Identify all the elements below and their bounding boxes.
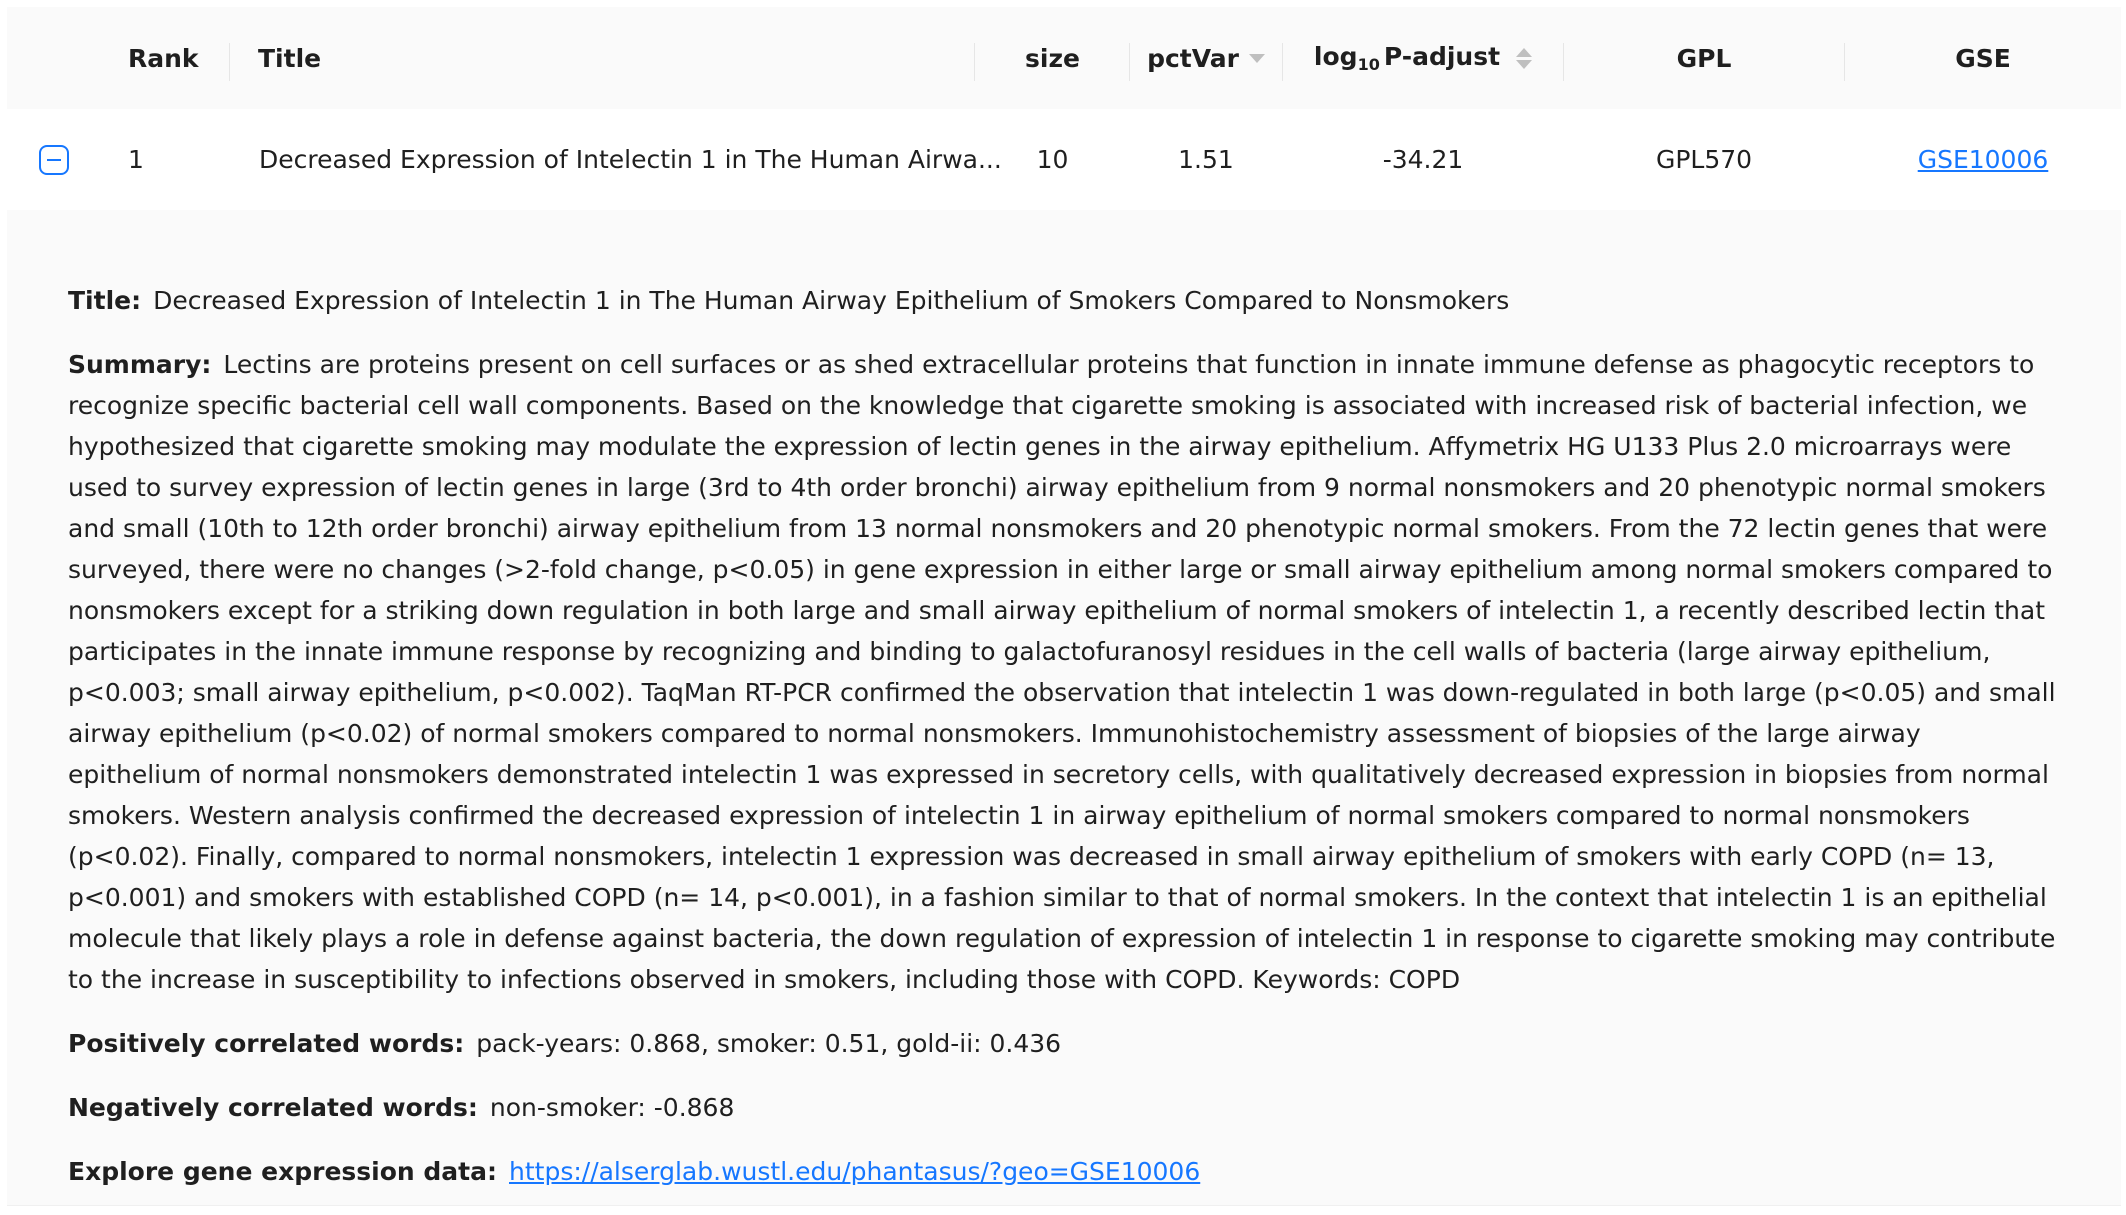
column-header-padj[interactable]: log10 P-adjust [1283,7,1563,109]
cell-rank: 1 [128,145,144,174]
cell-pctvar: 1.51 [1178,145,1234,174]
cell-title: Decreased Expression of Intelectin 1 in … [259,145,1002,174]
column-header-size: size [975,7,1130,109]
column-divider [229,43,230,81]
column-header-rank-label: Rank [128,43,199,73]
expanded-row-details: Title: Decreased Expression of Intelectin… [7,210,2121,1206]
table-header: Rank Title size pctVar log10 P-adjust GP… [7,7,2121,110]
detail-title-label: Title: [68,286,142,315]
detail-positive-label: Positively correlated words: [68,1029,465,1058]
detail-summary-value: Lectins are proteins present on cell sur… [68,350,2056,994]
dataset-details: Title: Decreased Expression of Intelectin… [68,280,2058,1215]
detail-positive-value: pack-years: 0.868, smoker: 0.51, gold-ii… [476,1029,1062,1058]
column-header-title-label: Title [258,43,322,73]
detail-title-value: Decreased Expression of Intelectin 1 in … [153,286,1510,315]
detail-negative-label: Negatively correlated words: [68,1093,478,1122]
detail-explore-label: Explore gene expression data: [68,1157,497,1186]
collapse-minus-icon[interactable] [39,145,69,175]
column-header-rank: Rank [128,7,228,109]
column-header-gse-label: GSE [1955,43,2011,73]
column-header-pctvar[interactable]: pctVar [1130,7,1282,109]
column-header-title: Title [258,7,558,109]
sort-descending-icon[interactable] [1248,53,1265,63]
column-header-padj-label: log10 P-adjust [1313,42,1501,74]
detail-positive-words: Positively correlated words: pack-years: … [68,1023,2058,1064]
detail-negative-value: non-smoker: -0.868 [489,1093,735,1122]
column-header-pctvar-label: pctVar [1147,43,1239,73]
detail-summary-label: Summary: [68,350,212,379]
sort-icon[interactable] [1516,47,1533,69]
explore-link[interactable]: https://alserglab.wustl.edu/phantasus/?g… [509,1157,1200,1186]
cell-gse: GSE10006 [1845,109,2121,210]
table-row: 1 Decreased Expression of Intelectin 1 i… [7,109,2121,211]
column-header-size-label: size [1025,43,1080,73]
gse-link[interactable]: GSE10006 [1918,145,2049,174]
detail-title: Title: Decreased Expression of Intelectin… [68,280,2058,321]
column-header-gpl: GPL [1564,7,1844,109]
column-header-gse: GSE [1845,7,2121,109]
column-header-gpl-label: GPL [1676,43,1732,73]
detail-negative-words: Negatively correlated words: non-smoker: … [68,1087,2058,1128]
results-table: Rank Title size pctVar log10 P-adjust GP… [7,7,2121,1206]
detail-summary: Summary: Lectins are proteins present on … [68,344,2058,1000]
detail-explore: Explore gene expression data: https://als… [68,1151,2058,1192]
cell-size: 10 [1036,145,1069,174]
cell-padj: -34.21 [1382,145,1464,174]
cell-gpl: GPL570 [1655,145,1753,174]
